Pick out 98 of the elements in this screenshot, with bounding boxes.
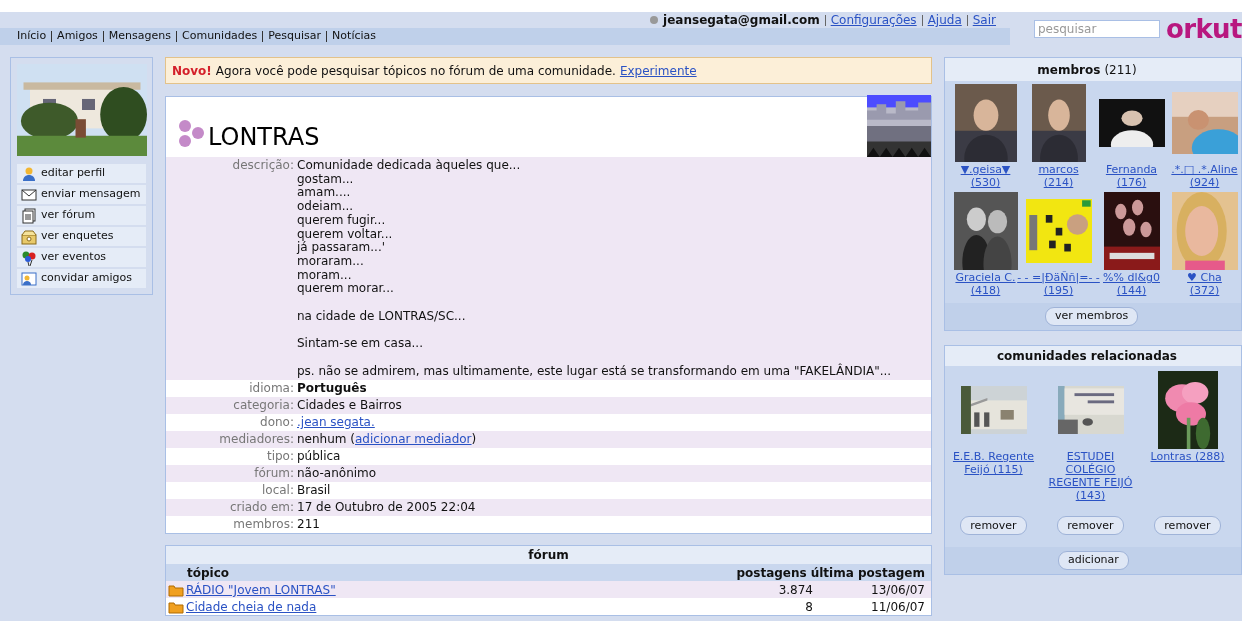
nav-link[interactable]: Mensagens bbox=[108, 28, 171, 45]
detail-value: 17 de Outubro de 2005 22:04 bbox=[297, 500, 476, 515]
detail-label: descrição: bbox=[231, 157, 295, 174]
detail-label: membros: bbox=[232, 516, 295, 534]
detail-label: idioma: bbox=[248, 380, 295, 398]
member-link[interactable]: ▼.geisa▼ bbox=[960, 163, 1011, 176]
detail-value: pública bbox=[297, 449, 341, 464]
description-line: na cidade de LONTRAS/SC... bbox=[297, 309, 467, 324]
detail-link[interactable]: adicionar mediador bbox=[355, 432, 472, 447]
panel-title: membros bbox=[1037, 61, 1101, 79]
member-link[interactable]: (144) bbox=[1116, 284, 1147, 297]
description-line: moram... bbox=[297, 268, 353, 283]
nav-link[interactable]: Pesquisar bbox=[268, 28, 322, 45]
topic-link[interactable]: Cidade cheia de nada bbox=[186, 599, 317, 614]
description-line: moraram... bbox=[297, 254, 364, 269]
table-cell-text: 11/06/07 bbox=[870, 598, 925, 616]
nav-link[interactable]: Notícias bbox=[332, 28, 376, 45]
column-header: postagens bbox=[736, 564, 808, 582]
table-cell-text: 13/06/07 bbox=[870, 581, 925, 599]
nav-link[interactable]: Início bbox=[17, 28, 47, 45]
logo: orkut bbox=[1166, 15, 1242, 42]
member-link[interactable]: %% dl&g0 bbox=[1103, 271, 1160, 284]
member-link[interactable]: (195) bbox=[1043, 284, 1074, 297]
description-line: querem morar... bbox=[297, 282, 395, 297]
member-link[interactable]: (372) bbox=[1189, 284, 1220, 297]
community-name: LONTRAS bbox=[208, 125, 320, 149]
balloons-icon bbox=[21, 249, 37, 266]
search-field[interactable]: pesquisar bbox=[1034, 19, 1160, 38]
column-header: última postagem bbox=[810, 564, 925, 582]
panel-title: fórum bbox=[528, 547, 569, 565]
person-icon bbox=[21, 165, 37, 182]
member-link[interactable]: (214) bbox=[1043, 176, 1074, 189]
detail-label: local: bbox=[261, 482, 295, 500]
member-link[interactable]: marcos bbox=[1038, 163, 1079, 176]
member-link[interactable]: .*.□ .*.Aline bbox=[1171, 163, 1238, 176]
notice-text: Agora você pode pesquisar tópicos no fórum de uma comunidade. bbox=[215, 62, 616, 80]
add-button[interactable]: adicionar bbox=[1058, 551, 1129, 570]
table-cell-text: 3.874 bbox=[777, 581, 814, 599]
header-link[interactable]: Ajuda bbox=[927, 11, 962, 29]
detail-value: 211 bbox=[297, 517, 320, 532]
member-link[interactable]: (530) bbox=[970, 176, 1001, 189]
community-link[interactable]: ESTUDEI COLÉGIO REGENTE FEIJÓ (143) bbox=[1044, 450, 1137, 516]
description-line: amam.... bbox=[297, 186, 351, 200]
contact-card-icon bbox=[21, 270, 37, 287]
description-line: querem fugir... bbox=[297, 213, 387, 228]
detail-value: nenhum (adicionar mediador) bbox=[297, 432, 477, 447]
members-button[interactable]: ver membros bbox=[1045, 307, 1139, 326]
description-line: já passaram...' bbox=[297, 241, 387, 255]
detail-label: categoria: bbox=[232, 397, 295, 415]
detail-label: fórum: bbox=[253, 465, 295, 483]
box-icon bbox=[21, 228, 37, 245]
member-link[interactable]: ♥ Cha bbox=[1187, 271, 1222, 284]
description-line: Comunidade dedicada àqueles que... bbox=[297, 159, 522, 173]
nav-link[interactable]: Comunidades bbox=[182, 28, 258, 45]
description-line: gostam... bbox=[297, 172, 355, 187]
detail-value: Português bbox=[297, 381, 367, 396]
detail-link[interactable]: .jean segata. bbox=[297, 415, 375, 430]
member-link[interactable]: (418) bbox=[970, 284, 1001, 297]
notice-label: Novo! bbox=[172, 62, 212, 80]
topic-link[interactable]: RÁDIO "Jovem LONTRAS" bbox=[186, 582, 336, 597]
member-link[interactable]: Fernanda bbox=[1105, 163, 1158, 176]
sidebar-item[interactable]: enviar mensagem bbox=[17, 185, 146, 204]
remove-button[interactable]: remover bbox=[1057, 516, 1124, 535]
user-email: jeansegata@gmail.com bbox=[663, 12, 820, 29]
detail-label: mediadores: bbox=[218, 431, 295, 449]
sidebar-item[interactable]: convidar amigos bbox=[17, 269, 146, 288]
description-line: ps. não se admirem, mas ultimamente, este lugar está se transformando em uma "FAKELÂNDIA"... bbox=[297, 364, 893, 379]
detail-value: Cidades e Bairros bbox=[297, 398, 402, 413]
nav-link[interactable]: Amigos bbox=[57, 28, 98, 45]
sidebar-item[interactable]: ver fórum bbox=[17, 206, 146, 225]
description-line: Sintam-se em casa... bbox=[297, 337, 424, 351]
detail-value: Brasil bbox=[297, 483, 331, 498]
sidebar-item[interactable]: ver eventos bbox=[17, 248, 146, 267]
header-link[interactable]: Configurações bbox=[830, 11, 917, 29]
remove-button[interactable]: remover bbox=[960, 516, 1027, 535]
member-link[interactable]: (176) bbox=[1116, 176, 1147, 189]
detail-label: criado em: bbox=[228, 499, 295, 517]
column-header: tópico bbox=[186, 564, 231, 582]
sidebar-item[interactable]: editar perfil bbox=[17, 164, 146, 183]
member-link[interactable]: - - =|ÐäÑñ|=- - bbox=[1017, 271, 1100, 284]
remove-button[interactable]: remover bbox=[1154, 516, 1221, 535]
community-link[interactable]: Lontras (288) bbox=[1141, 450, 1234, 516]
panel-title: comunidades relacionadas bbox=[997, 348, 1177, 365]
member-count: (211) bbox=[1104, 61, 1137, 79]
sidebar-item[interactable]: ver enquetes bbox=[17, 227, 146, 246]
header-link[interactable]: Sair bbox=[972, 11, 996, 29]
community-link[interactable]: E.E.B. Regente Feijó (115) bbox=[947, 450, 1040, 516]
member-link[interactable]: (924) bbox=[1189, 176, 1220, 189]
description-line: odeiam... bbox=[297, 200, 355, 214]
detail-value: não-anônimo bbox=[297, 466, 377, 481]
notice-link[interactable]: Experimente bbox=[619, 61, 697, 80]
member-link[interactable]: Graciela C. bbox=[955, 271, 1016, 284]
description-line: querem voltar... bbox=[297, 227, 394, 242]
document-icon bbox=[21, 207, 37, 224]
table-cell-text: 8 bbox=[804, 598, 814, 616]
detail-label: tipo: bbox=[265, 448, 295, 466]
envelope-icon bbox=[21, 186, 37, 203]
detail-label: dono: bbox=[259, 414, 295, 432]
